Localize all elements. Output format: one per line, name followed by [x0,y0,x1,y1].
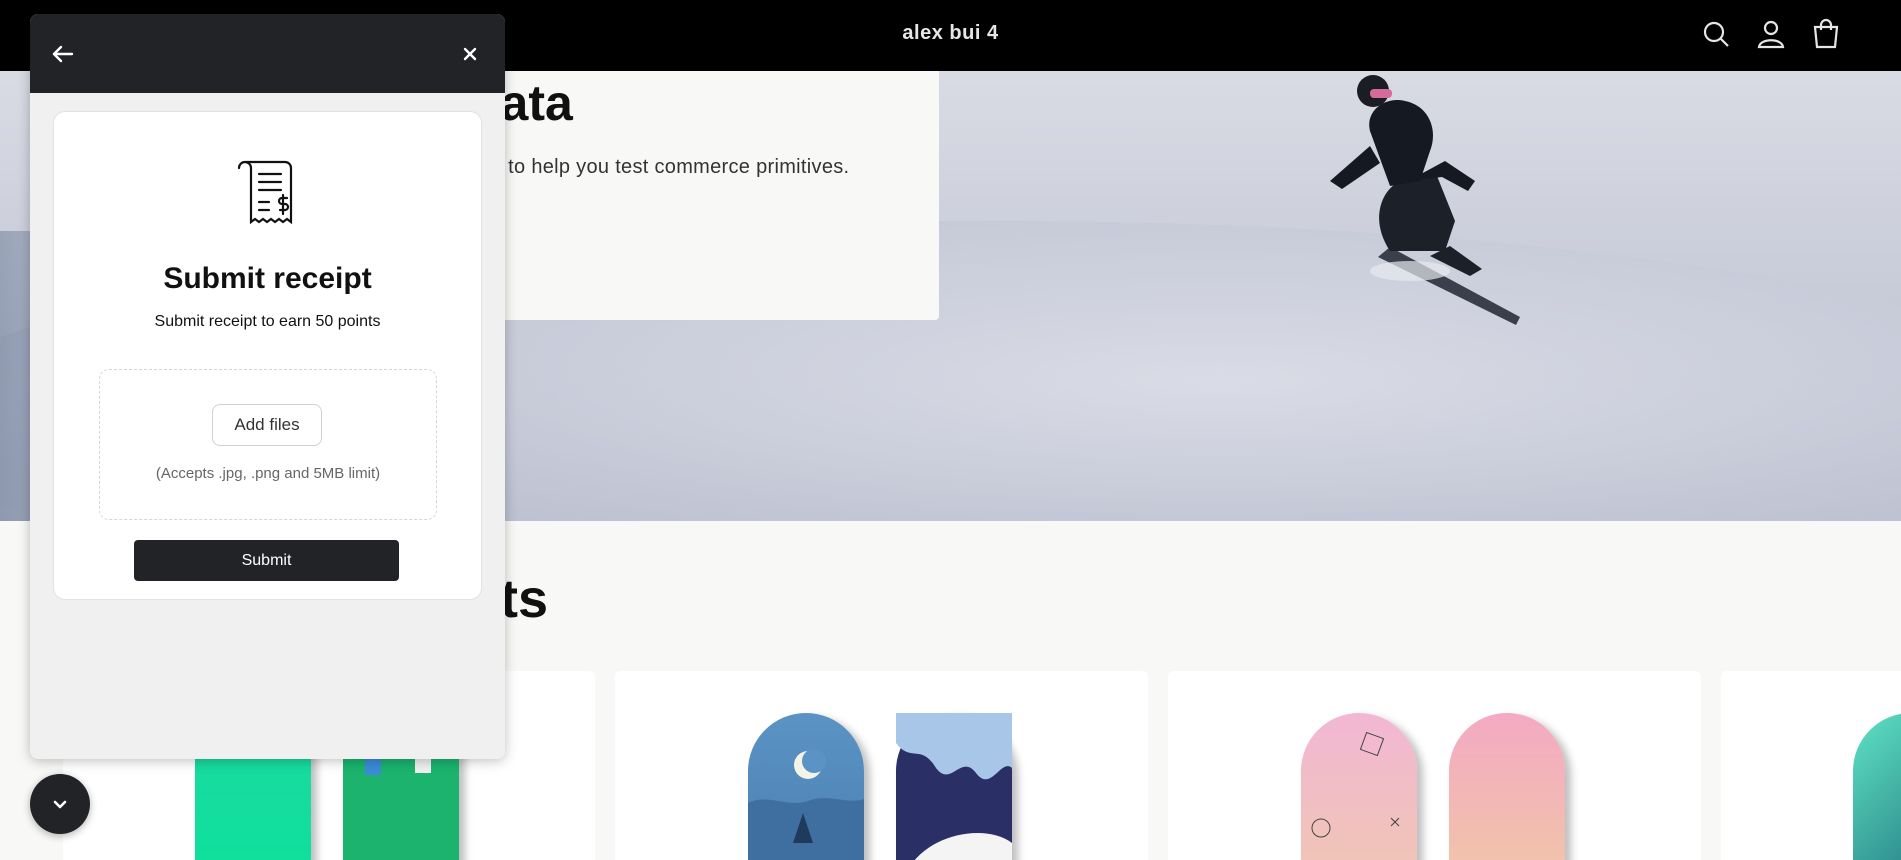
product-card[interactable] [615,671,1148,860]
snowboard-image [748,713,864,860]
snowboarder-image [1330,75,1520,325]
account-icon[interactable] [1753,16,1789,52]
file-drop-zone[interactable]: Add files (Accepts .jpg, .png and 5MB li… [99,369,437,520]
cart-icon[interactable] [1808,16,1844,52]
add-files-button[interactable]: Add files [212,404,322,446]
loyalty-widget-panel: Submit receipt Submit receipt to earn 50… [30,14,505,759]
card-subtitle: Submit receipt to earn 50 points [154,313,381,330]
receipt-icon [235,158,301,230]
accepted-formats-note: (Accepts .jpg, .png and 5MB limit) [155,465,381,482]
snowboard-image [896,713,1012,860]
snowboard-image [1853,713,1901,860]
product-card[interactable] [1721,671,1901,860]
hero-subtitle: pify to help you test commerce primitive… [470,156,850,178]
chevron-down-icon [53,800,67,809]
panel-header [30,14,505,93]
close-icon[interactable] [455,39,485,69]
back-arrow-icon[interactable] [48,39,78,69]
widget-launcher-button[interactable] [30,774,90,834]
card-title: Submit receipt [163,262,372,295]
snowboard-image [1449,713,1565,860]
submit-receipt-card: Submit receipt Submit receipt to earn 50… [53,111,482,600]
submit-button[interactable]: Submit [134,540,399,581]
snowboard-image [1301,713,1417,860]
search-icon[interactable] [1698,16,1734,52]
product-card[interactable] [1168,671,1701,860]
